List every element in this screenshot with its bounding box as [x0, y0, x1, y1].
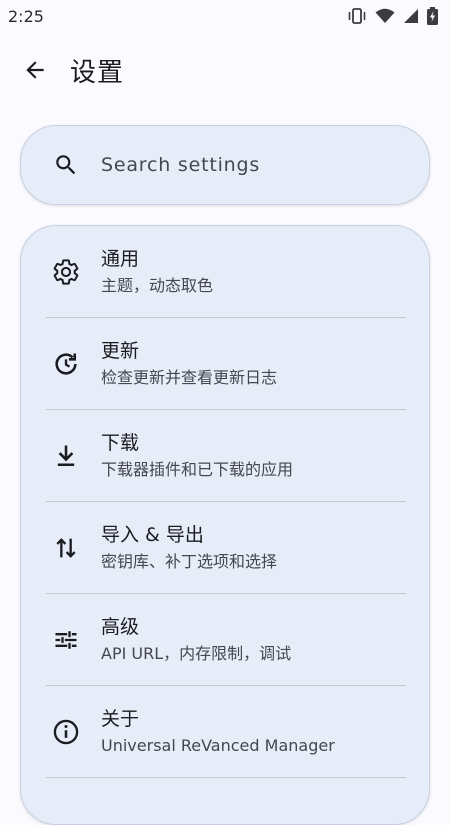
status-icons	[347, 7, 438, 25]
settings-item-updates[interactable]: 更新 检查更新并查看更新日志	[21, 318, 429, 410]
item-title: 高级	[101, 616, 140, 638]
battery-charging-icon	[427, 7, 438, 25]
status-bar: 2:25	[0, 0, 450, 32]
divider	[46, 777, 406, 778]
page-title: 设置	[70, 57, 125, 88]
search-placeholder: Search settings	[101, 154, 261, 176]
tune-icon	[51, 625, 81, 655]
signal-icon	[403, 8, 419, 24]
settings-item-advanced[interactable]: 高级 API URL，内存限制，调试	[21, 594, 429, 686]
gear-icon	[51, 257, 81, 287]
item-title: 通用	[101, 248, 140, 270]
item-title: 关于	[101, 708, 140, 730]
item-subtitle: 检查更新并查看更新日志	[101, 368, 278, 387]
settings-item-general[interactable]: 通用 主题，动态取色	[21, 226, 429, 318]
item-subtitle: Universal ReVanced Manager	[101, 736, 335, 755]
item-title: 导入 & 导出	[101, 524, 204, 546]
item-subtitle: API URL，内存限制，调试	[101, 644, 292, 663]
item-subtitle: 密钥库、补丁选项和选择	[101, 552, 278, 571]
vibrate-icon	[347, 7, 367, 25]
search-bar[interactable]: Search settings	[20, 125, 430, 205]
status-time: 2:25	[8, 6, 44, 26]
item-title: 更新	[101, 340, 140, 362]
item-title: 下载	[101, 432, 140, 454]
import-export-icon	[51, 533, 81, 563]
settings-item-downloads[interactable]: 下载 下载器插件和已下载的应用	[21, 410, 429, 502]
settings-item-about[interactable]: 关于 Universal ReVanced Manager	[21, 686, 429, 778]
item-subtitle: 主题，动态取色	[101, 276, 214, 295]
info-icon	[51, 717, 81, 747]
search-icon	[53, 152, 79, 178]
download-icon	[51, 441, 81, 471]
item-subtitle: 下载器插件和已下载的应用	[101, 460, 294, 479]
update-icon	[51, 349, 81, 379]
back-button[interactable]	[11, 46, 59, 94]
settings-item-import-export[interactable]: 导入 & 导出 密钥库、补丁选项和选择	[21, 502, 429, 594]
arrow-back-icon	[26, 61, 44, 79]
top-app-bar: 设置	[0, 40, 450, 100]
wifi-icon	[375, 8, 395, 24]
settings-list: 通用 主题，动态取色 更新 检查更新并查看更新日志 下载 下载器插件和已下载的应…	[20, 225, 430, 825]
